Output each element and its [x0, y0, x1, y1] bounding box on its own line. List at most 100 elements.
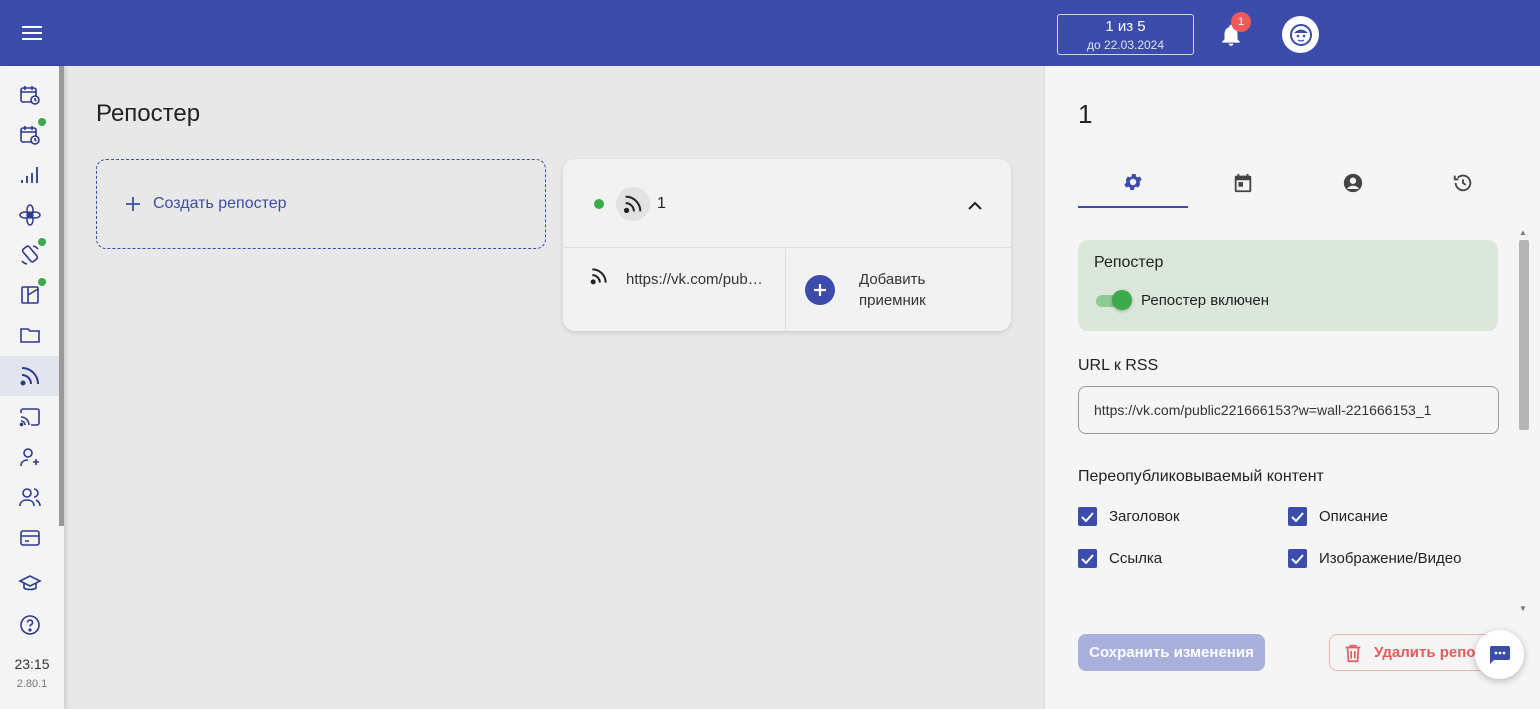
graduation-cap-icon: [17, 575, 42, 591]
scroll-thumb[interactable]: [1519, 240, 1529, 430]
chat-support-button[interactable]: [1475, 630, 1524, 679]
checkbox-checked-icon: [1078, 549, 1097, 568]
rss-icon: [590, 268, 607, 285]
gear-icon: [1124, 174, 1142, 190]
reposter-source[interactable]: https://vk.com/public221666153?w=wall-22…: [563, 249, 786, 331]
sidebar-item-broadcast[interactable]: [0, 397, 59, 437]
sidebar-item-mobile[interactable]: [0, 235, 59, 275]
sidebar-item-analytics[interactable]: [0, 155, 59, 195]
status-dot: [38, 118, 46, 126]
rss-icon: [623, 195, 642, 214]
checkbox-link[interactable]: Ссылка: [1078, 549, 1162, 568]
panel-tabs: [1078, 158, 1518, 208]
checkbox-media[interactable]: Изображение/Видео: [1288, 549, 1461, 568]
reposter-name: 1: [657, 195, 666, 212]
top-bar: 1 из 5 до 22.03.2024 1: [0, 0, 1540, 66]
sidebar-item-templates[interactable]: [0, 275, 59, 315]
add-receiver-button[interactable]: Добавить приемник: [787, 249, 1011, 331]
toggle-label: Репостер включен: [1141, 292, 1270, 309]
add-circle-icon: [805, 275, 835, 305]
plus-icon: [126, 197, 140, 211]
section-title: Репостер: [1094, 254, 1164, 271]
calendar-clock-icon: [19, 86, 40, 105]
chevron-up-icon: [968, 201, 982, 210]
reposter-card-header[interactable]: 1: [563, 159, 1011, 248]
create-reposter-label: Создать репостер: [153, 195, 287, 212]
sidebar-item-help[interactable]: [0, 605, 59, 645]
scroll-down-arrow[interactable]: ▼: [1519, 604, 1527, 613]
tab-account[interactable]: [1298, 158, 1408, 208]
scroll-up-arrow[interactable]: ▲: [1519, 228, 1527, 237]
avatar[interactable]: [1282, 16, 1319, 53]
sidebar-item-invite-user[interactable]: [0, 437, 59, 477]
cast-icon: [19, 408, 40, 427]
folder-icon: [19, 328, 40, 343]
menu-icon: [22, 26, 42, 40]
status-dot: [38, 238, 46, 246]
calendar-clock-icon: [19, 126, 40, 145]
subscription-plan-box[interactable]: 1 из 5 до 22.03.2024: [1057, 14, 1194, 55]
checkbox-label: Заголовок: [1109, 508, 1180, 525]
collapse-button[interactable]: [961, 191, 989, 219]
content-section-label: Переопубликовываемый контент: [1078, 468, 1324, 485]
sidebar-item-scheduler[interactable]: [0, 75, 59, 115]
sidebar-item-files[interactable]: [0, 315, 59, 355]
status-dot: [38, 278, 46, 286]
phone-rotate-icon: [20, 245, 39, 265]
menu-button[interactable]: [0, 0, 64, 66]
tab-settings[interactable]: [1078, 158, 1188, 208]
reposter-enabled-toggle[interactable]: [1094, 290, 1132, 310]
rss-url-input[interactable]: [1078, 386, 1499, 434]
notification-badge: 1: [1231, 12, 1251, 32]
rss-url-label: URL к RSS: [1078, 357, 1159, 374]
details-panel: 1 ▲ ▼ Репостер Репостер включен URL к RS…: [1044, 66, 1540, 709]
plan-expiry: до 22.03.2024: [1086, 38, 1165, 52]
panel-title: 1: [1078, 99, 1093, 129]
account-circle-icon: [1343, 173, 1363, 193]
help-icon: [19, 615, 40, 635]
avatar-icon: [1289, 23, 1312, 46]
chat-icon: [1489, 645, 1510, 664]
save-changes-button[interactable]: Сохранить изменения: [1078, 634, 1265, 671]
trash-icon: [1345, 644, 1361, 663]
app-version: 2.80.1: [16, 678, 48, 690]
checkbox-label: Изображение/Видео: [1319, 550, 1462, 567]
checkbox-description[interactable]: Описание: [1288, 507, 1388, 526]
sidebar-scrollbar[interactable]: [59, 66, 64, 526]
reposter-status-section: Репостер Репостер включен: [1078, 240, 1498, 331]
card-icon: [19, 530, 40, 546]
plan-usage: 1 из 5: [1105, 18, 1146, 35]
bar-chart-icon: [20, 167, 38, 183]
panel-scrollbar[interactable]: ▲ ▼: [1517, 226, 1529, 618]
sidebar: 23:15 2.80.1: [0, 66, 64, 709]
checkbox-label: Описание: [1319, 508, 1389, 525]
add-receiver-label: Добавить приемник: [859, 271, 926, 309]
checkbox-label: Ссылка: [1109, 550, 1163, 567]
checkbox-checked-icon: [1078, 507, 1097, 526]
sidebar-item-team[interactable]: [0, 477, 59, 517]
sidebar-item-ai[interactable]: [0, 195, 59, 235]
ai-flower-icon: [18, 204, 41, 226]
sidebar-item-reposter[interactable]: [0, 356, 59, 396]
checkbox-title[interactable]: Заголовок: [1078, 507, 1180, 526]
layout-icon: [20, 286, 39, 304]
source-url: https://vk.com/public221666153?w=wall-22…: [626, 271, 766, 288]
reposter-card: 1 https://vk.com/public221666153?w=wall-…: [563, 159, 1011, 331]
sidebar-item-billing[interactable]: [0, 518, 59, 558]
clock: 23:15: [14, 656, 50, 672]
history-icon: [1453, 174, 1472, 192]
user-add-icon: [19, 448, 39, 467]
active-status-dot: [594, 199, 604, 209]
users-icon: [18, 488, 41, 507]
calendar-icon: [1234, 173, 1252, 193]
sidebar-item-learning[interactable]: [0, 564, 59, 604]
checkbox-checked-icon: [1288, 549, 1307, 568]
sidebar-item-scheduler-2[interactable]: [0, 115, 59, 155]
create-reposter-button[interactable]: Создать репостер: [96, 159, 546, 249]
page-title: Репостер: [96, 100, 201, 127]
rss-badge: [616, 187, 650, 221]
tab-history[interactable]: [1408, 158, 1518, 208]
rss-icon: [20, 367, 39, 386]
checkbox-checked-icon: [1288, 507, 1307, 526]
tab-calendar[interactable]: [1188, 158, 1298, 208]
